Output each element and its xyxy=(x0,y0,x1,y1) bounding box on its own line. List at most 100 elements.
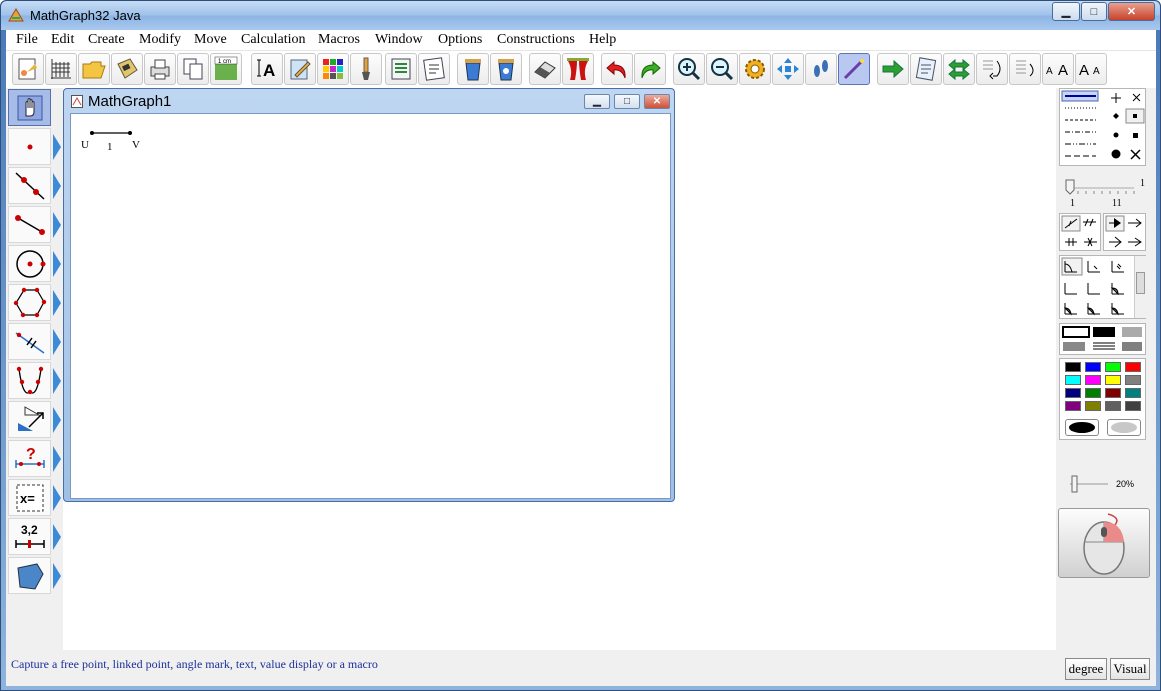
point-u[interactable] xyxy=(90,131,94,135)
recycle-button[interactable] xyxy=(457,53,489,85)
menu-edit[interactable]: Edit xyxy=(51,32,74,48)
open-button[interactable] xyxy=(78,53,110,85)
grid-frame-button[interactable] xyxy=(45,53,77,85)
menu-move[interactable]: Move xyxy=(194,32,227,48)
polygon-tool-button[interactable] xyxy=(8,284,51,321)
menu-options[interactable]: Options xyxy=(438,32,482,48)
settings-button[interactable] xyxy=(739,53,771,85)
color-swatch-10[interactable] xyxy=(1105,388,1121,398)
color-swatch-15[interactable] xyxy=(1125,401,1141,411)
color-swatch-11[interactable] xyxy=(1125,388,1141,398)
thickness-slider[interactable]: 1 1 11 xyxy=(1064,174,1149,210)
print-button[interactable] xyxy=(144,53,176,85)
color-swatch-6[interactable] xyxy=(1105,375,1121,385)
curve-tool-button[interactable] xyxy=(8,362,51,399)
object-loop-button[interactable] xyxy=(976,53,1008,85)
document-close-button[interactable]: ✕ xyxy=(644,94,670,109)
figure-canvas[interactable]: U 1 V xyxy=(70,113,671,499)
parallel-expand-icon[interactable] xyxy=(53,329,61,355)
move-all-button[interactable] xyxy=(772,53,804,85)
new-figure-button[interactable] xyxy=(12,53,44,85)
angle-mark-box[interactable] xyxy=(1059,255,1146,319)
scrollbar-thumb[interactable] xyxy=(1136,272,1145,294)
curve-expand-icon[interactable] xyxy=(53,368,61,394)
recycle-full-button[interactable] xyxy=(490,53,522,85)
text-size-up-button[interactable]: AA xyxy=(1042,53,1074,85)
magic-wand-button[interactable] xyxy=(838,53,870,85)
text-button[interactable]: A xyxy=(251,53,283,85)
color-swatch-13[interactable] xyxy=(1085,401,1101,411)
eraser-button[interactable] xyxy=(529,53,561,85)
brush-button[interactable] xyxy=(350,53,382,85)
visual-mode-button[interactable]: Visual xyxy=(1110,658,1150,680)
menu-file[interactable]: File xyxy=(16,32,38,48)
color-swatch-7[interactable] xyxy=(1125,375,1141,385)
menu-calculation[interactable]: Calculation xyxy=(241,32,306,48)
color-swatch-0[interactable] xyxy=(1065,362,1081,372)
point-v[interactable] xyxy=(128,131,132,135)
angle-unit-button[interactable]: degree xyxy=(1065,658,1107,680)
measure-value-expand-icon[interactable] xyxy=(53,524,61,550)
measure-question-expand-icon[interactable] xyxy=(53,446,61,472)
close-button[interactable]: ✕ xyxy=(1108,2,1155,21)
segment-expand-icon[interactable] xyxy=(53,212,61,238)
save-button[interactable] xyxy=(111,53,143,85)
point-tool-button[interactable] xyxy=(8,128,51,165)
zoom-out-button[interactable] xyxy=(706,53,738,85)
color-swatch-9[interactable] xyxy=(1085,388,1101,398)
copy-button[interactable] xyxy=(177,53,209,85)
line-tool-button[interactable] xyxy=(8,167,51,204)
color-swatch-8[interactable] xyxy=(1065,388,1081,398)
notes-button[interactable] xyxy=(910,53,942,85)
equation-tool-button[interactable]: x= xyxy=(8,479,51,516)
menu-help[interactable]: Help xyxy=(589,32,616,48)
measure-question-button[interactable]: ? xyxy=(8,440,51,477)
menu-modify[interactable]: Modify xyxy=(139,32,181,48)
circle-expand-icon[interactable] xyxy=(53,251,61,277)
parallel-tool-button[interactable] xyxy=(8,323,51,360)
opacity-slider[interactable]: 20% xyxy=(1064,473,1149,495)
color-swatch-14[interactable] xyxy=(1105,401,1121,411)
arrow-style-box[interactable] xyxy=(1103,213,1146,251)
minimize-button[interactable]: ▁ xyxy=(1052,2,1080,21)
protocol-button[interactable] xyxy=(385,53,417,85)
line-expand-icon[interactable] xyxy=(53,173,61,199)
redo-button[interactable] xyxy=(634,53,666,85)
swap-button[interactable] xyxy=(943,53,975,85)
curtain-button[interactable] xyxy=(562,53,594,85)
equation-expand-icon[interactable] xyxy=(53,485,61,511)
list-button[interactable] xyxy=(418,53,450,85)
color-swatch-12[interactable] xyxy=(1065,401,1081,411)
capture-tool-button[interactable] xyxy=(8,89,51,126)
segment-tool-button[interactable] xyxy=(8,206,51,243)
color-swatch-1[interactable] xyxy=(1085,362,1101,372)
maximize-button[interactable]: □ xyxy=(1081,2,1107,21)
unit-image-button[interactable]: 1 cm xyxy=(210,53,242,85)
object-list-button[interactable] xyxy=(1009,53,1041,85)
transparent-button[interactable] xyxy=(1107,419,1141,436)
color-swatch-5[interactable] xyxy=(1085,375,1101,385)
menu-create[interactable]: Create xyxy=(88,32,125,48)
document-minimize-button[interactable]: ▁ xyxy=(584,94,610,109)
color-palette-button[interactable] xyxy=(317,53,349,85)
polygon-fill-tool-button[interactable] xyxy=(8,557,51,594)
forward-button[interactable] xyxy=(877,53,909,85)
document-maximize-button[interactable]: □ xyxy=(614,94,640,109)
color-swatch-4[interactable] xyxy=(1065,375,1081,385)
menu-macros[interactable]: Macros xyxy=(318,32,360,48)
transform-tool-button[interactable] xyxy=(8,401,51,438)
mouse-mode-button[interactable] xyxy=(1058,508,1150,578)
menu-window[interactable]: Window xyxy=(375,32,423,48)
opaque-button[interactable] xyxy=(1065,419,1099,436)
polygon-expand-icon[interactable] xyxy=(53,290,61,316)
edit-button[interactable] xyxy=(284,53,316,85)
text-size-down-button[interactable]: AA xyxy=(1075,53,1107,85)
circle-tool-button[interactable] xyxy=(8,245,51,282)
angle-mark-scrollbar[interactable] xyxy=(1134,256,1146,318)
title-bar[interactable]: MathGraph32 Java ▁ □ ✕ xyxy=(1,1,1160,30)
color-swatch-3[interactable] xyxy=(1125,362,1141,372)
line-style-options[interactable] xyxy=(1060,89,1145,165)
menu-constructions[interactable]: Constructions xyxy=(497,32,575,48)
undo-button[interactable] xyxy=(601,53,633,85)
polygon-fill-expand-icon[interactable] xyxy=(53,563,61,589)
